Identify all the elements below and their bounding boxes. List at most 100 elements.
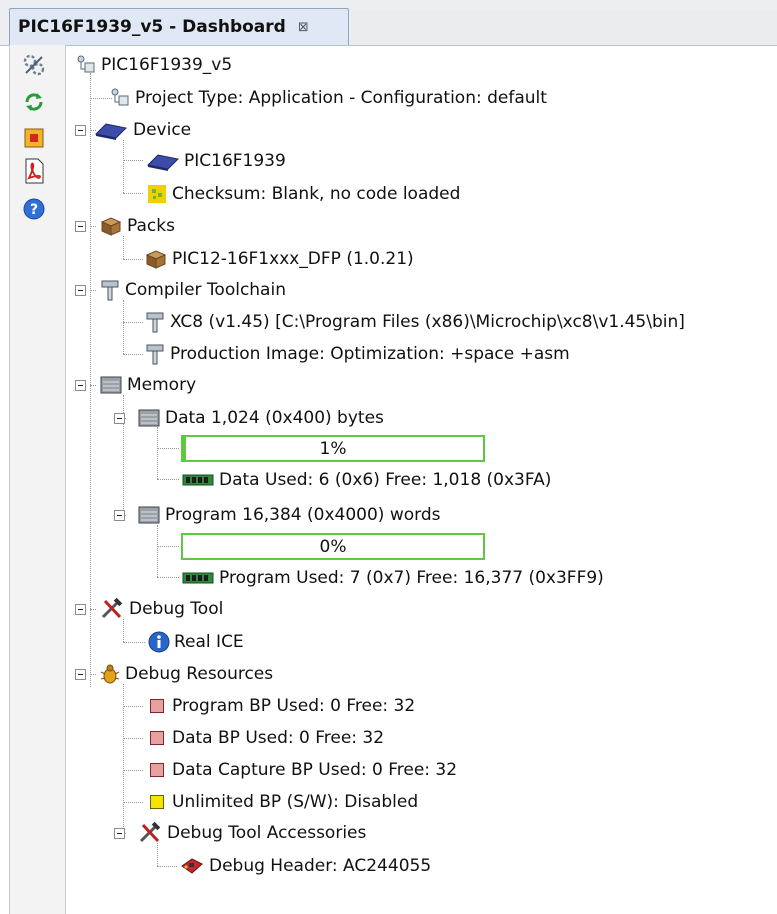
tree-item-program-memory[interactable]: Program 16,384 (0x4000) words [137,502,440,528]
tree-line [157,479,179,480]
debug-tool-name: Real ICE [174,632,244,652]
tree-line [157,427,158,479]
tree-item-device[interactable]: Device [91,117,191,143]
collapse-accessories-toggle[interactable] [114,828,125,839]
tab-strip-empty-area [351,10,777,45]
tab-title: PIC16F1939_v5 - Dashboard [18,17,286,37]
breakpoint-red-icon [146,727,168,749]
tree-item-data-memory[interactable]: Data 1,024 (0x400) bytes [137,405,384,431]
tree-item-debug-header[interactable]: Debug Header: AC244055 [179,853,431,879]
checksum-label: Checksum: Blank, no code loaded [172,184,461,204]
debug-header-board-icon [179,855,205,877]
tree-line [90,385,96,386]
tree-item-memory[interactable]: Memory [99,372,196,398]
tree-item-project[interactable]: PIC16F1939_v5 [75,52,232,78]
help-icon[interactable]: ? [21,196,47,222]
tree-item-data-capture-bp[interactable]: Data Capture BP Used: 0 Free: 32 [146,757,457,783]
dashboard-toolbar: ? [9,45,66,914]
package-icon [144,248,168,270]
memory-icon [137,407,161,429]
package-icon [99,215,123,237]
ram-module-icon [181,567,215,589]
stop-icon[interactable] [21,125,47,151]
project-type-label: Project Type: Application - Configuratio… [135,88,547,108]
collapse-program-memory-toggle[interactable] [114,510,125,521]
settings-icon[interactable] [21,52,47,78]
collapse-debug-resources-toggle[interactable] [75,669,86,680]
bug-icon [99,663,121,685]
tree-item-production-image[interactable]: Production Image: Optimization: +space +… [144,341,570,367]
tree-item-unlimited-bp[interactable]: Unlimited BP (S/W): Disabled [146,789,418,815]
tree-item-packs[interactable]: Packs [99,213,175,239]
tree-line [123,322,143,323]
data-memory-percent: 1% [319,438,347,459]
tree-item-data-used[interactable]: Data Used: 6 (0x6) Free: 1,018 (0x3FA) [181,467,551,493]
tree-item-project-type[interactable]: Project Type: Application - Configuratio… [109,85,547,111]
tree-line [90,290,96,291]
collapse-device-toggle[interactable] [75,125,86,136]
tree-item-real-ice[interactable]: Real ICE [148,629,244,655]
tree-item-pack[interactable]: PIC12-16F1xxx_DFP (1.0.21) [144,246,414,272]
tree-item-program-bp[interactable]: Program BP Used: 0 Free: 32 [146,693,415,719]
hammer-icon [144,311,166,333]
packs-label: Packs [127,216,175,236]
hammer-icon [99,279,121,301]
tree-line [90,609,96,610]
dashboard-tab[interactable]: PIC16F1939_v5 - Dashboard ⊠ [9,8,349,45]
program-memory-label: Program 16,384 (0x4000) words [165,505,441,525]
chip-icon [144,150,180,172]
refresh-icon[interactable] [21,89,47,115]
breakpoint-red-icon [146,759,168,781]
data-capture-bp-label: Data Capture BP Used: 0 Free: 32 [172,760,458,780]
tools-icon [99,598,125,620]
tree-line [123,300,124,354]
tree-line [123,802,143,803]
svg-text:?: ? [30,202,38,218]
collapse-memory-toggle[interactable] [75,380,86,391]
tree-line [123,160,143,161]
tree-item-debug-tool[interactable]: Debug Tool [99,596,223,622]
checksum-icon [146,183,168,205]
tree-line [157,843,158,866]
collapse-packs-toggle[interactable] [75,221,86,232]
tree-line [157,525,158,577]
memory-icon [99,374,123,396]
tree-item-checksum[interactable]: Checksum: Blank, no code loaded [146,181,460,207]
tree-item-device-name[interactable]: PIC16F1939 [144,148,286,174]
breakpoint-yellow-icon [146,791,168,813]
tree-item-data-bp[interactable]: Data BP Used: 0 Free: 32 [146,725,384,751]
tree-line [123,259,143,260]
program-memory-usage-bar: 0% [181,533,485,560]
debug-accessories-label: Debug Tool Accessories [167,823,367,843]
tree-line [157,448,179,449]
debug-tool-label: Debug Tool [129,599,224,619]
tree-item-compiler[interactable]: Compiler Toolchain [99,277,286,303]
tree-line [123,770,143,771]
tree-line [157,577,179,578]
collapse-data-memory-toggle[interactable] [114,413,125,424]
tree-line [123,354,143,355]
program-used-label: Program Used: 7 (0x7) Free: 16,377 (0x3F… [219,568,604,588]
info-icon [148,631,170,653]
chip-icon [91,119,129,141]
tree-line [123,236,124,259]
close-tab-icon[interactable]: ⊠ [298,20,309,35]
tree-line [123,193,143,194]
tree-item-program-used[interactable]: Program Used: 7 (0x7) Free: 16,377 (0x3F… [181,565,604,591]
collapse-compiler-toggle[interactable] [75,285,86,296]
tree-line [90,73,91,687]
tree-item-debug-accessories[interactable]: Debug Tool Accessories [137,820,366,846]
tree-item-debug-resources[interactable]: Debug Resources [99,661,273,687]
pdf-icon[interactable] [21,158,47,184]
hammer-icon [144,343,166,365]
tree-item-xc8[interactable]: XC8 (v1.45) [C:\Program Files (x86)\Micr… [144,309,685,335]
collapse-debug-tool-toggle[interactable] [75,604,86,615]
unlimited-bp-label: Unlimited BP (S/W): Disabled [172,792,419,812]
tree-line [123,706,143,707]
ram-module-icon [181,469,215,491]
xc8-label: XC8 (v1.45) [C:\Program Files (x86)\Micr… [170,312,685,332]
production-image-label: Production Image: Optimization: +space +… [170,344,570,364]
breakpoint-red-icon [146,695,168,717]
device-label: Device [133,120,192,140]
dashboard-tree: PIC16F1939_v5 Project Type: Application … [66,45,777,914]
